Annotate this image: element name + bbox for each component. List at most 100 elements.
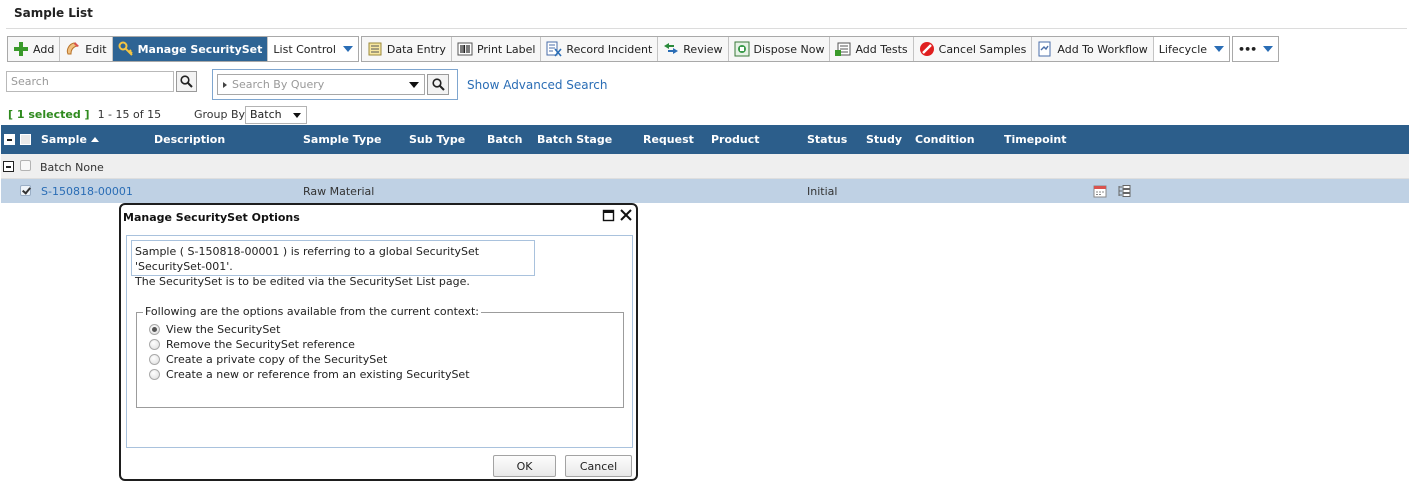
group-by-select[interactable]: Batch bbox=[245, 106, 307, 124]
more-actions-dropdown[interactable]: ••• bbox=[1233, 37, 1279, 61]
column-header-batch-stage[interactable]: Batch Stage bbox=[537, 133, 612, 146]
manage-securityset-dialog: Manage SecuritySet Options Sample ( S-15… bbox=[119, 203, 638, 481]
add-tests-icon bbox=[835, 41, 851, 57]
toolbar: Add Edit Manage SecuritySet List Control… bbox=[7, 36, 1280, 62]
dispose-now-label: Dispose Now bbox=[753, 42, 825, 56]
column-header-description[interactable]: Description bbox=[154, 133, 225, 146]
print-label-button[interactable]: Print Label bbox=[452, 37, 542, 61]
option-view-securityset[interactable]: View the SecuritySet bbox=[149, 323, 280, 336]
group-row: Batch None bbox=[1, 154, 1409, 179]
sample-type-cell: Raw Material bbox=[303, 185, 375, 198]
column-header-product[interactable]: Product bbox=[711, 133, 760, 146]
table-row[interactable]: S-150818-00001 Raw Material Initial bbox=[1, 179, 1409, 203]
group-label: Batch None bbox=[40, 161, 104, 174]
data-entry-button[interactable]: Data Entry bbox=[362, 37, 452, 61]
toolbar-group-more: ••• bbox=[1232, 36, 1280, 62]
record-incident-label: Record Incident bbox=[566, 42, 653, 56]
chevron-down-icon bbox=[342, 46, 353, 52]
edit-icon bbox=[65, 41, 81, 57]
review-icon bbox=[663, 41, 679, 57]
query-select[interactable]: Search By Query bbox=[217, 74, 425, 95]
search-icon bbox=[430, 77, 446, 93]
edit-button[interactable]: Edit bbox=[60, 37, 113, 61]
column-header-request[interactable]: Request bbox=[643, 133, 694, 146]
close-icon[interactable] bbox=[618, 207, 634, 223]
title-divider bbox=[6, 28, 1407, 29]
list-details-icon[interactable] bbox=[1116, 183, 1132, 199]
message-line-1: Sample ( S-150818-00001 ) is referring t… bbox=[135, 245, 480, 273]
selected-count: [ 1 selected ] bbox=[8, 108, 90, 121]
incident-icon bbox=[546, 41, 563, 57]
dispose-now-button[interactable]: Dispose Now bbox=[729, 37, 831, 61]
search-button[interactable] bbox=[176, 71, 197, 92]
print-label-label: Print Label bbox=[476, 42, 536, 56]
add-to-workflow-label: Add To Workflow bbox=[1057, 42, 1148, 56]
status-cell: Initial bbox=[807, 185, 838, 198]
lifecycle-dropdown[interactable]: Lifecycle bbox=[1153, 37, 1230, 61]
search-input[interactable]: Search bbox=[6, 71, 174, 92]
chevron-down-icon bbox=[293, 113, 301, 118]
lifecycle-label: Lifecycle bbox=[1158, 42, 1208, 56]
radio-create-new-or-reference[interactable] bbox=[149, 369, 160, 380]
column-header-sample[interactable]: Sample bbox=[41, 133, 99, 146]
column-header-timepoint[interactable]: Timepoint bbox=[1004, 133, 1067, 146]
toolbar-group-primary: Add Edit Manage SecuritySet List Control bbox=[7, 36, 359, 62]
show-advanced-search-link[interactable]: Show Advanced Search bbox=[467, 78, 608, 92]
column-header-condition[interactable]: Condition bbox=[915, 133, 975, 146]
calendar-icon[interactable] bbox=[1092, 183, 1108, 199]
column-header-status[interactable]: Status bbox=[807, 133, 847, 146]
barcode-icon bbox=[457, 41, 473, 57]
column-header-sub-type[interactable]: Sub Type bbox=[409, 133, 465, 146]
select-all-checkbox[interactable] bbox=[20, 134, 31, 145]
dialog-controls bbox=[600, 207, 634, 223]
data-entry-icon bbox=[367, 41, 383, 57]
radio-create-private-copy[interactable] bbox=[149, 354, 160, 365]
cancel-samples-label: Cancel Samples bbox=[938, 42, 1027, 56]
group-checkbox[interactable] bbox=[20, 160, 31, 171]
plus-icon bbox=[13, 41, 29, 57]
more-icon: ••• bbox=[1238, 42, 1257, 56]
radio-view-securityset[interactable] bbox=[149, 324, 160, 335]
column-header-batch[interactable]: Batch bbox=[487, 133, 522, 146]
sample-id-link[interactable]: S-150818-00001 bbox=[41, 185, 133, 198]
column-header-study[interactable]: Study bbox=[866, 133, 902, 146]
chevron-down-icon bbox=[409, 82, 419, 88]
manage-securityset-label: Manage SecuritySet bbox=[137, 42, 263, 56]
chevron-right-icon bbox=[223, 82, 227, 88]
column-header-sample-type[interactable]: Sample Type bbox=[303, 133, 381, 146]
collapse-all-icon[interactable] bbox=[4, 134, 15, 145]
edit-button-label: Edit bbox=[85, 42, 107, 56]
cancel-button[interactable]: Cancel bbox=[565, 455, 632, 477]
add-tests-button[interactable]: Add Tests bbox=[830, 37, 914, 61]
option-remove-reference[interactable]: Remove the SecuritySet reference bbox=[149, 338, 355, 351]
option-create-private-copy[interactable]: Create a private copy of the SecuritySet bbox=[149, 353, 387, 366]
toolbar-group-actions: Data Entry Print Label Record Incident R… bbox=[360, 36, 1231, 62]
query-search-button[interactable] bbox=[427, 74, 449, 95]
dialog-content: Sample ( S-150818-00001 ) is referring t… bbox=[126, 235, 633, 448]
record-incident-button[interactable]: Record Incident bbox=[541, 37, 659, 61]
manage-securityset-button[interactable]: Manage SecuritySet bbox=[112, 37, 269, 61]
add-button[interactable]: Add bbox=[8, 37, 61, 61]
review-button[interactable]: Review bbox=[658, 37, 729, 61]
list-control-dropdown[interactable]: List Control bbox=[268, 37, 358, 61]
add-to-workflow-button[interactable]: Add To Workflow bbox=[1032, 37, 1154, 61]
page-title: Sample List bbox=[14, 6, 93, 20]
ok-button[interactable]: OK bbox=[493, 455, 556, 477]
workflow-icon bbox=[1037, 41, 1053, 57]
option-create-new-or-reference[interactable]: Create a new or reference from an existi… bbox=[149, 368, 470, 381]
dispose-icon bbox=[734, 41, 750, 57]
dialog-message: Sample ( S-150818-00001 ) is referring t… bbox=[131, 240, 535, 288]
search-icon bbox=[179, 74, 195, 90]
record-range: 1 - 15 of 15 bbox=[97, 108, 162, 121]
maximize-icon[interactable] bbox=[600, 207, 616, 223]
query-search-panel: Search By Query bbox=[212, 69, 458, 100]
chevron-down-icon bbox=[1263, 46, 1274, 52]
key-icon bbox=[118, 41, 134, 57]
cancel-icon bbox=[919, 41, 935, 57]
cancel-samples-button[interactable]: Cancel Samples bbox=[914, 37, 1033, 61]
collapse-group-icon[interactable] bbox=[3, 161, 14, 172]
sort-ascending-icon bbox=[90, 137, 99, 142]
radio-remove-reference[interactable] bbox=[149, 339, 160, 350]
row-checkbox[interactable] bbox=[20, 185, 31, 196]
group-by-label: Group By bbox=[194, 108, 246, 121]
